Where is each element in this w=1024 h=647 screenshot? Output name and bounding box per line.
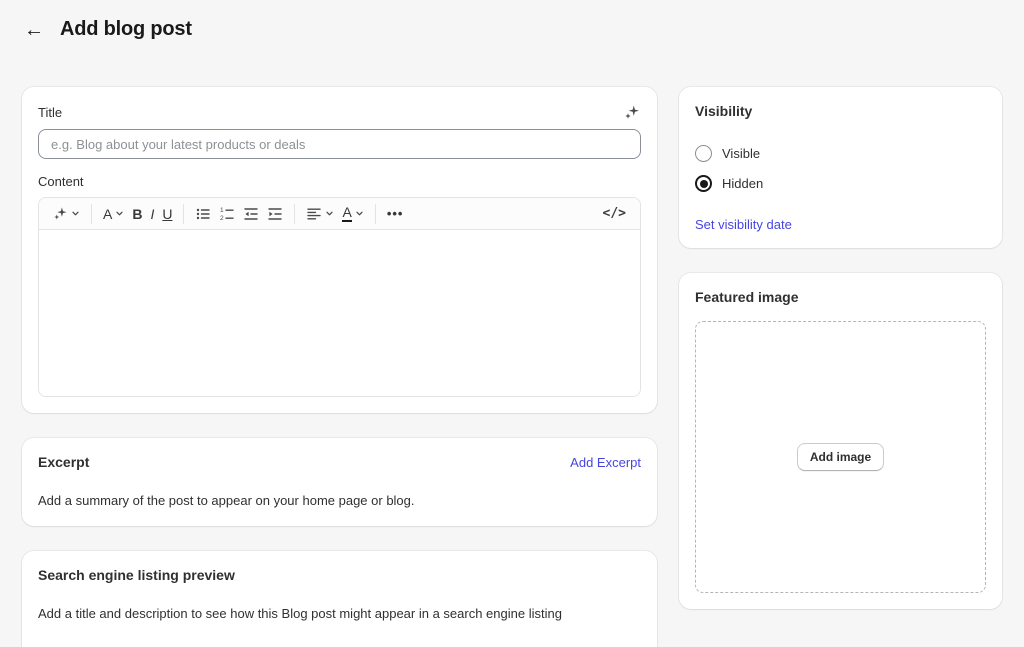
seo-heading: Search engine listing preview [38, 567, 235, 583]
excerpt-heading: Excerpt [38, 454, 89, 470]
chevron-down-icon [325, 209, 334, 218]
text-style-button[interactable]: A [99, 204, 128, 224]
toolbar-divider [91, 204, 92, 224]
page-header: ← Add blog post [0, 0, 1024, 41]
font-style-icon: A [103, 207, 112, 221]
underline-button[interactable]: U [158, 204, 176, 224]
indent-button[interactable] [263, 203, 287, 225]
bold-button[interactable]: B [128, 204, 146, 224]
toolbar-divider [375, 204, 376, 224]
more-options-icon: ••• [387, 207, 404, 220]
align-left-icon [306, 206, 322, 222]
image-dropzone[interactable]: Add image [695, 321, 986, 593]
ai-assistant-button[interactable] [49, 203, 84, 224]
add-image-button[interactable]: Add image [797, 443, 884, 471]
seo-preview-card: Search engine listing preview Add a titl… [22, 551, 657, 647]
post-details-card: Title Content [22, 87, 657, 413]
outdent-icon [243, 206, 259, 222]
bold-icon: B [132, 207, 142, 221]
excerpt-card: Excerpt Add Excerpt Add a summary of the… [22, 438, 657, 526]
content-label: Content [38, 174, 641, 189]
numbered-list-icon: 1 2 [219, 206, 235, 222]
numbered-list-button[interactable]: 1 2 [215, 203, 239, 225]
underline-icon: U [162, 207, 172, 221]
radio-selected-icon[interactable] [695, 175, 712, 192]
visibility-option-visible[interactable]: Visible [695, 145, 986, 162]
page-title: Add blog post [60, 18, 192, 41]
indent-icon [267, 206, 283, 222]
ai-generate-icon[interactable] [623, 103, 641, 121]
italic-button[interactable]: I [146, 204, 158, 224]
svg-text:1: 1 [220, 207, 224, 214]
toolbar-divider [294, 204, 295, 224]
content-editor[interactable] [39, 230, 640, 396]
side-column: Visibility Visible Hidden Set visibility… [679, 87, 1002, 609]
title-input[interactable] [38, 129, 641, 159]
seo-description: Add a title and description to see how t… [38, 605, 641, 623]
radio-label: Hidden [722, 176, 763, 191]
text-color-icon: A [342, 205, 351, 222]
visibility-card: Visibility Visible Hidden Set visibility… [679, 87, 1002, 248]
radio-unselected-icon[interactable] [695, 145, 712, 162]
chevron-down-icon [71, 209, 80, 218]
back-arrow-icon[interactable]: ← [24, 20, 44, 40]
visibility-heading: Visibility [695, 103, 752, 119]
more-options-button[interactable]: ••• [383, 204, 408, 223]
sparkle-icon [53, 206, 68, 221]
chevron-down-icon [355, 209, 364, 218]
bulleted-list-button[interactable] [191, 203, 215, 225]
radio-label: Visible [722, 146, 760, 161]
bulleted-list-icon [195, 206, 211, 222]
chevron-down-icon [115, 209, 124, 218]
featured-image-card: Featured image Add image [679, 273, 1002, 609]
title-label: Title [38, 105, 62, 120]
rich-text-editor: A B I U [38, 197, 641, 397]
italic-icon: I [150, 207, 154, 221]
code-icon: </> [603, 206, 626, 221]
text-color-button[interactable]: A [338, 202, 367, 225]
editor-toolbar: A B I U [39, 198, 640, 230]
set-visibility-date-link[interactable]: Set visibility date [695, 217, 792, 232]
excerpt-description: Add a summary of the post to appear on y… [38, 492, 641, 510]
svg-text:2: 2 [220, 215, 224, 222]
visibility-options: Visible Hidden [695, 145, 986, 192]
content-layout: Title Content [0, 87, 1024, 647]
add-excerpt-link[interactable]: Add Excerpt [570, 455, 641, 470]
main-column: Title Content [22, 87, 657, 647]
featured-image-heading: Featured image [695, 289, 798, 305]
outdent-button[interactable] [239, 203, 263, 225]
show-html-button[interactable]: </> [599, 203, 630, 224]
visibility-option-hidden[interactable]: Hidden [695, 175, 986, 192]
alignment-button[interactable] [302, 203, 338, 225]
toolbar-divider [183, 204, 184, 224]
